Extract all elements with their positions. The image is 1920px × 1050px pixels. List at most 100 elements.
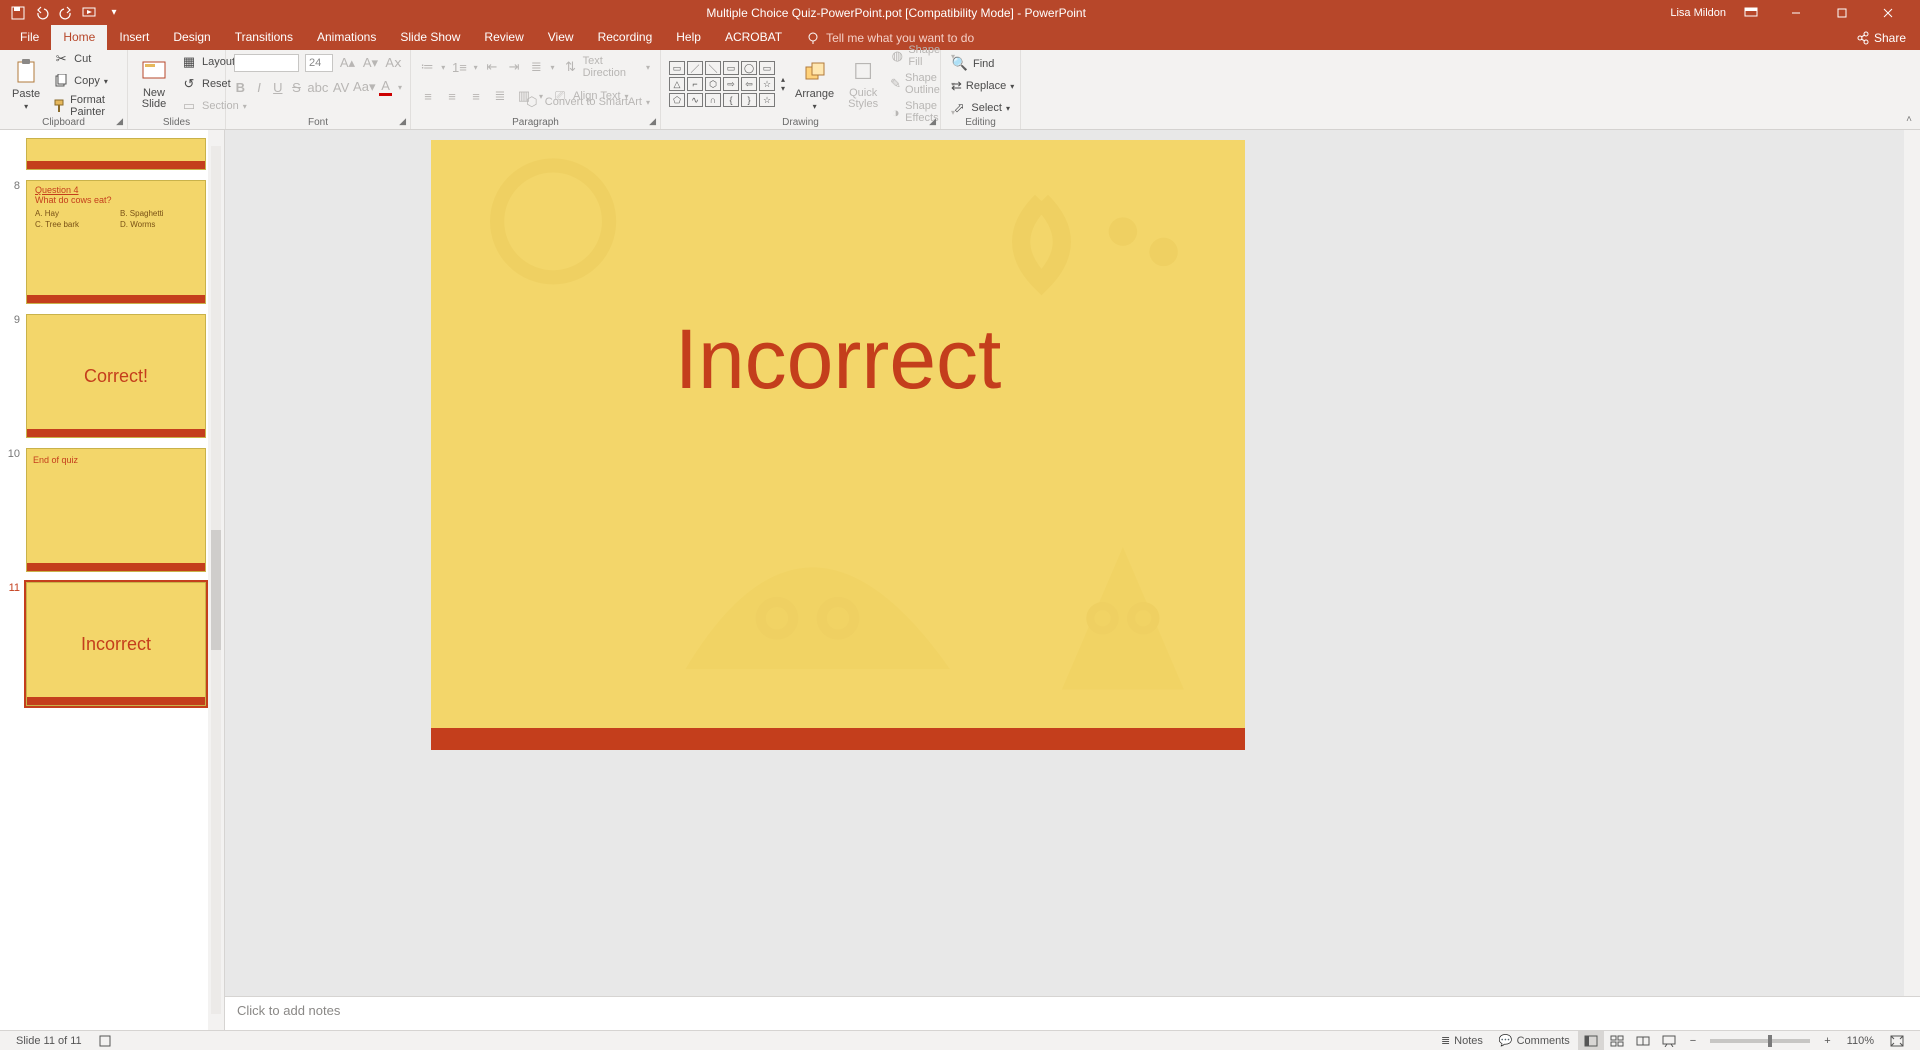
comments-button[interactable]: 💬 Comments [1491, 1031, 1578, 1050]
slide-background-decor [431, 140, 1245, 750]
tab-home[interactable]: Home [51, 25, 107, 50]
new-slide-button[interactable]: New Slide [136, 56, 172, 112]
clear-formatting-icon[interactable]: Aⅹ [385, 54, 402, 72]
strikethrough-icon[interactable]: S [290, 78, 303, 96]
slide-canvas[interactable]: Incorrect [431, 140, 1245, 750]
notes-pane[interactable]: Click to add notes [225, 996, 1920, 1030]
reading-view-icon[interactable] [1630, 1031, 1656, 1050]
zoom-slider[interactable] [1710, 1039, 1810, 1043]
tab-help[interactable]: Help [664, 25, 713, 50]
italic-icon[interactable]: I [253, 78, 266, 96]
dialog-launcher-icon[interactable]: ◢ [399, 116, 406, 127]
collapse-ribbon-icon[interactable]: ˄ [1906, 114, 1912, 125]
maximize-button[interactable] [1836, 7, 1864, 19]
slide-thumbnail-pane: 8 Question 4 What do cows eat? A. Hay B.… [0, 130, 225, 1030]
search-icon: 🔍 [951, 55, 969, 73]
slide-title-text[interactable]: Incorrect [675, 311, 1002, 408]
line-spacing-icon[interactable]: ≣ [528, 58, 544, 76]
start-from-beginning-icon[interactable] [82, 5, 98, 21]
font-color-icon[interactable]: A [379, 78, 392, 96]
tab-recording[interactable]: Recording [586, 25, 665, 50]
tab-design[interactable]: Design [161, 25, 222, 50]
tab-view[interactable]: View [536, 25, 586, 50]
replace-icon: ⇄ [951, 77, 962, 95]
save-icon[interactable] [10, 5, 26, 21]
increase-font-icon[interactable]: A▴ [339, 54, 356, 72]
find-button[interactable]: 🔍Find [949, 54, 1012, 74]
thumbnail-scrollbar[interactable] [208, 130, 224, 1030]
select-button[interactable]: ⬀Select▾ [949, 98, 1012, 118]
undo-icon[interactable] [34, 5, 50, 21]
format-painter-button[interactable]: Format Painter [50, 93, 119, 119]
arrange-button[interactable]: Arrange▾ [791, 56, 838, 113]
normal-view-icon[interactable] [1578, 1031, 1604, 1050]
slide-thumb-10[interactable]: End of quiz [26, 448, 206, 572]
thumb-number: 11 [6, 582, 20, 594]
slideshow-view-icon[interactable] [1656, 1031, 1682, 1050]
quick-styles-button[interactable]: ☐ Quick Styles [844, 56, 882, 112]
slide-thumb-9[interactable]: Correct! [26, 314, 206, 438]
char-spacing-icon[interactable]: AV [333, 78, 349, 96]
font-family-select[interactable] [234, 54, 299, 72]
numbering-icon[interactable]: 1≡ [451, 58, 467, 76]
document-title: Multiple Choice Quiz-PowerPoint.pot [Com… [122, 6, 1670, 20]
cut-button[interactable]: ✂ Cut [50, 49, 119, 69]
slide-thumb-7[interactable] [26, 138, 206, 170]
tab-acrobat[interactable]: ACROBAT [713, 25, 794, 50]
change-case-icon[interactable]: Aa▾ [355, 78, 373, 96]
fit-to-window-icon[interactable] [1882, 1031, 1912, 1050]
group-label: Paragraph [411, 117, 660, 128]
slide-counter[interactable]: Slide 11 of 11 [8, 1031, 90, 1050]
paste-button[interactable]: Paste ▾ [8, 56, 44, 113]
bullets-icon[interactable]: ≔ [419, 58, 435, 76]
quick-styles-label: Quick Styles [848, 88, 878, 110]
shapes-more-icon[interactable]: ▴▾ [781, 75, 785, 93]
slide-sorter-view-icon[interactable] [1604, 1031, 1630, 1050]
underline-icon[interactable]: U [271, 78, 284, 96]
tab-transitions[interactable]: Transitions [223, 25, 305, 50]
text-direction-label[interactable]: Text Direction [583, 55, 642, 79]
tab-review[interactable]: Review [472, 25, 535, 50]
zoom-level[interactable]: 110% [1839, 1031, 1882, 1050]
editor-scrollbar[interactable] [1904, 130, 1920, 1030]
shadow-icon[interactable]: abc [309, 78, 327, 96]
thumb8-opt-c: C. Tree bark [35, 220, 112, 229]
zoom-in-button[interactable]: + [1816, 1031, 1838, 1050]
copy-button[interactable]: Copy ▾ [50, 71, 119, 91]
pen-icon: ✎ [890, 75, 901, 93]
chevron-down-icon[interactable]: ▾ [398, 83, 402, 92]
decrease-indent-icon[interactable]: ⇤ [484, 58, 500, 76]
dialog-launcher-icon[interactable]: ◢ [929, 116, 936, 127]
share-button[interactable]: Share [1842, 26, 1920, 50]
zoom-slider-thumb[interactable] [1768, 1035, 1772, 1047]
decrease-font-icon[interactable]: A▾ [362, 54, 379, 72]
arrange-label: Arrange [795, 88, 834, 100]
increase-indent-icon[interactable]: ⇥ [506, 58, 522, 76]
font-size-select[interactable] [305, 54, 333, 72]
tab-insert[interactable]: Insert [107, 25, 161, 50]
tab-slideshow[interactable]: Slide Show [388, 25, 472, 50]
dialog-launcher-icon[interactable]: ◢ [649, 116, 656, 127]
close-button[interactable] [1882, 7, 1910, 19]
redo-icon[interactable] [58, 5, 74, 21]
tab-file[interactable]: File [8, 25, 51, 50]
scrollbar-thumb[interactable] [211, 530, 221, 650]
notes-button[interactable]: ≣ Notes [1433, 1031, 1491, 1050]
shapes-gallery[interactable]: ▭／＼▭◯▭ △⌐⬡⇨⇦☆ ⬠∿∩{}☆ [669, 61, 775, 107]
tab-animations[interactable]: Animations [305, 25, 388, 50]
thumb-number: 9 [6, 314, 20, 326]
zoom-out-button[interactable]: − [1682, 1031, 1704, 1050]
slide-thumb-8[interactable]: Question 4 What do cows eat? A. Hay B. S… [26, 180, 206, 304]
qat-customize-icon[interactable]: ▾ [106, 5, 122, 21]
dialog-launcher-icon[interactable]: ◢ [116, 116, 123, 127]
replace-button[interactable]: ⇄Replace▾ [949, 76, 1012, 96]
user-name[interactable]: Lisa Mildon [1670, 7, 1726, 19]
minimize-button[interactable] [1790, 7, 1818, 19]
new-slide-label: New Slide [142, 88, 166, 110]
accessibility-icon[interactable] [90, 1031, 120, 1050]
thumb9-text: Correct! [27, 315, 205, 437]
smartart-label[interactable]: Convert to SmartArt [545, 96, 642, 108]
slide-thumb-11[interactable]: Incorrect [26, 582, 206, 706]
bold-icon[interactable]: B [234, 78, 247, 96]
ribbon-display-options-icon[interactable] [1744, 7, 1772, 19]
